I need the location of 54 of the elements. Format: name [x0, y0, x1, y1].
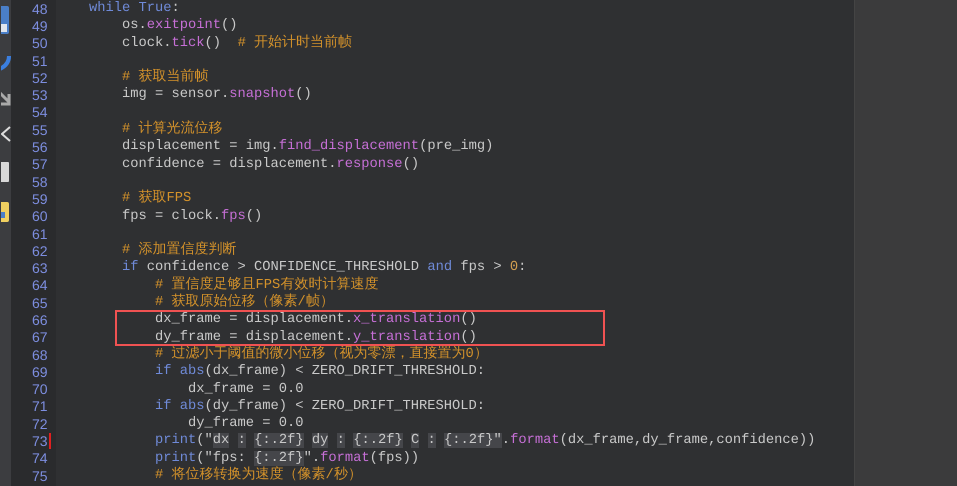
- line-number: 48: [32, 2, 48, 16]
- code-line: if abs(dx_frame) < ZERO_DRIFT_THRESHOLD:: [155, 364, 486, 380]
- line-number: 67: [32, 330, 48, 344]
- line-number: 50: [32, 36, 48, 50]
- document-icon[interactable]: [1, 160, 11, 184]
- code-line: dx_frame = 0.0: [188, 382, 304, 397]
- line-number: 54: [32, 105, 48, 120]
- line-number: 73: [32, 434, 48, 448]
- code-line: dy_frame = displacement.y_translation(): [155, 330, 477, 345]
- line-number: 60: [32, 209, 48, 224]
- code-line: # 添加置信度判断: [122, 243, 237, 258]
- code-line: # 获取当前帧: [122, 70, 209, 86]
- line-number: 56: [32, 140, 48, 154]
- line-number: 55: [32, 122, 48, 137]
- line-number: 51: [32, 54, 48, 68]
- line-number: 52: [32, 70, 48, 85]
- line-number: 49: [32, 18, 48, 33]
- code-line: clock.tick() # 开始计时当前帧: [122, 36, 352, 51]
- line-number: 75: [32, 468, 48, 483]
- code-line: fps = clock.fps(): [122, 208, 262, 224]
- code-line: if abs(dy_frame) < ZERO_DRIFT_THRESHOLD:: [155, 398, 486, 414]
- code-line: dx_frame = displacement.x_translation(): [155, 312, 477, 328]
- line-number: 68: [32, 348, 48, 362]
- code-line: print("fps: {:.2f}".format(fps)): [155, 450, 420, 466]
- code-line: dy_frame = 0.0: [188, 416, 304, 432]
- code-line: # 置信度足够且FPS有效时计算速度: [155, 278, 378, 293]
- line-number: 69: [32, 364, 48, 379]
- line-number: 62: [32, 244, 48, 258]
- code-line: # 获取FPS: [122, 191, 192, 206]
- code-line: os.exitpoint(): [122, 18, 238, 34]
- code-line: displacement = img.find_displacement(pre_img): [122, 139, 494, 154]
- code-line: print("dx : {:.2f} dy : {:.2f} C : {:.2f}".format(dx_frame,dy_frame,confidence)): [155, 433, 816, 448]
- line-number: 59: [32, 192, 48, 206]
- code-line: if confidence > CONFIDENCE_THRESHOLD and fps > 0:: [122, 260, 526, 276]
- code-line: # 计算光流位移: [122, 122, 223, 138]
- code-line: confidence = displacement.response(): [122, 156, 420, 172]
- code-line: img = sensor.snapshot(): [122, 87, 312, 102]
- code-line: # 获取原始位移（像素/帧）: [155, 295, 334, 310]
- line-number: 64: [32, 278, 48, 292]
- code-line: while True:: [89, 1, 180, 16]
- line-number: 65: [32, 296, 48, 310]
- line-number: 61: [32, 226, 48, 240]
- line-number: 66: [32, 312, 48, 327]
- note-icon[interactable]: [1, 200, 11, 224]
- line-number: 72: [32, 416, 48, 431]
- code-line: # 将位移转换为速度（像素/秒）: [155, 468, 362, 484]
- line-number: 63: [32, 261, 48, 276]
- line-number: 58: [32, 174, 48, 189]
- line-number: 74: [32, 451, 48, 466]
- line-number: 70: [32, 382, 48, 396]
- line-number: 53: [32, 88, 48, 102]
- line-number: 71: [32, 399, 48, 414]
- line-number: 57: [32, 157, 48, 172]
- chevron-icon[interactable]: [1, 124, 11, 144]
